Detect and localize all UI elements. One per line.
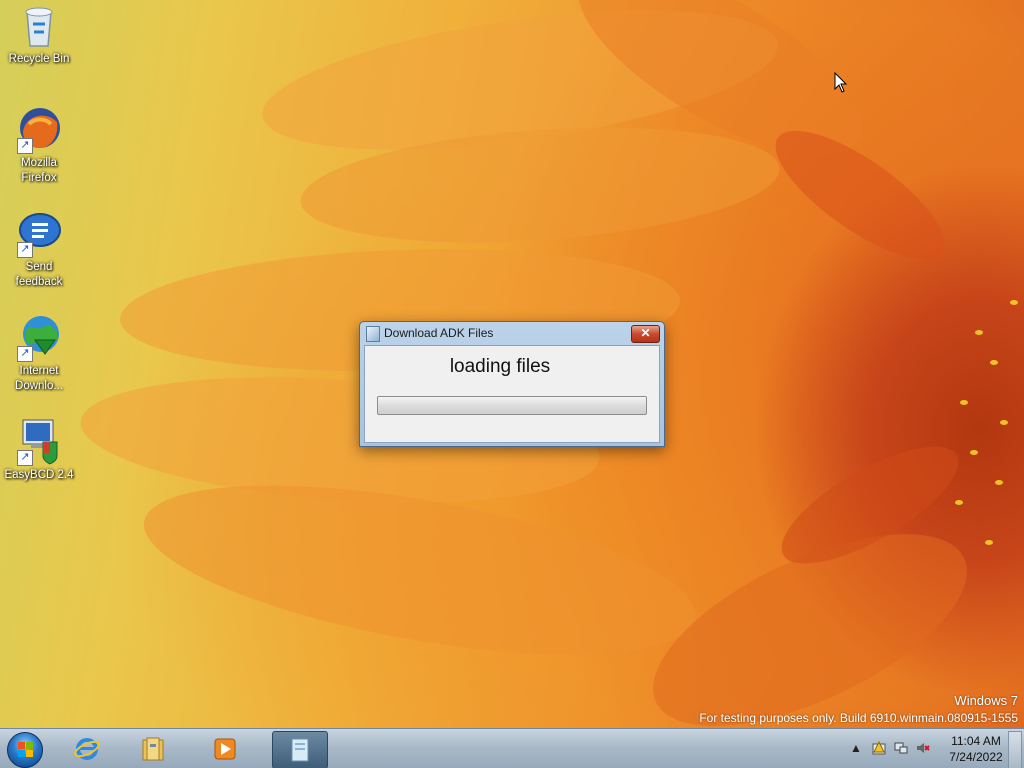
desktop-icon-easybcd[interactable]: ↗ EasyBCD 2.4: [4, 418, 74, 483]
recycle-bin-icon: [15, 2, 63, 50]
network-icon[interactable]: [894, 741, 908, 758]
close-button[interactable]: ✕: [631, 325, 660, 343]
taskbar-download-adk-files[interactable]: [272, 731, 328, 768]
taskbar-file-explorer[interactable]: [126, 731, 180, 767]
start-button[interactable]: [3, 729, 47, 768]
status-message: loading files: [449, 356, 551, 377]
system-tray: ▲ 11:04 AM 7/24/2022: [844, 729, 1024, 768]
dialog-title: Download ADK Files: [384, 326, 494, 340]
shortcut-arrow-icon: ↗: [17, 450, 33, 466]
desktop-icon-label: Recycle Bin: [8, 53, 70, 65]
action-center-warning-icon[interactable]: [872, 740, 886, 758]
show-hidden-icons-button[interactable]: ▲: [850, 741, 862, 755]
taskbar: ▲ 11:04 AM 7/24/2022: [0, 728, 1024, 768]
progress-bar: [377, 396, 647, 415]
dialog-titlebar[interactable]: Download ADK Files ✕: [360, 322, 664, 344]
app-window-icon: [291, 738, 309, 762]
show-desktop-button[interactable]: [1008, 731, 1022, 768]
shortcut-arrow-icon: ↗: [17, 346, 33, 362]
desktop-icon-internet-download-manager[interactable]: ↗ Internet Downlo...: [4, 314, 74, 394]
windows-logo-icon: [7, 732, 43, 768]
taskbar-media-player[interactable]: [198, 731, 252, 767]
mouse-cursor-icon: [834, 72, 848, 93]
taskbar-clock[interactable]: 11:04 AM 7/24/2022: [948, 733, 1004, 765]
dialog-client-area: loading files: [364, 345, 660, 443]
easybcd-icon: ↗: [15, 418, 63, 466]
desktop-icon-label: Internet Downlo...: [15, 365, 63, 392]
desktop-icon-label: Send feedback: [15, 261, 63, 288]
download-adk-dialog: Download ADK Files ✕ loading files: [359, 321, 665, 447]
shortcut-arrow-icon: ↗: [17, 138, 33, 154]
os-watermark-title: Windows 7: [954, 693, 1018, 708]
desktop-icon-send-feedback[interactable]: ↗ Send feedback: [4, 210, 74, 290]
volume-muted-icon[interactable]: [916, 741, 930, 758]
feedback-icon: ↗: [15, 210, 63, 258]
folder-icon: [142, 737, 164, 761]
desktop-icon-recycle-bin[interactable]: Recycle Bin: [4, 2, 74, 67]
desktop-icon-label: EasyBCD 2.4: [4, 469, 74, 481]
media-player-icon: [214, 738, 236, 760]
os-watermark-build: For testing purposes only. Build 6910.wi…: [699, 711, 1018, 725]
clock-date: 7/24/2022: [949, 750, 1003, 764]
shortcut-arrow-icon: ↗: [17, 242, 33, 258]
firefox-icon: ↗: [15, 106, 63, 154]
app-window-icon: [366, 326, 380, 342]
internet-explorer-icon: [74, 738, 100, 760]
internet-download-manager-icon: ↗: [15, 314, 63, 362]
desktop-icon-firefox[interactable]: ↗ Mozilla Firefox: [4, 106, 74, 186]
desktop-icon-label: Mozilla Firefox: [21, 157, 57, 184]
taskbar-internet-explorer[interactable]: [60, 731, 114, 767]
clock-time: 11:04 AM: [951, 734, 1001, 748]
